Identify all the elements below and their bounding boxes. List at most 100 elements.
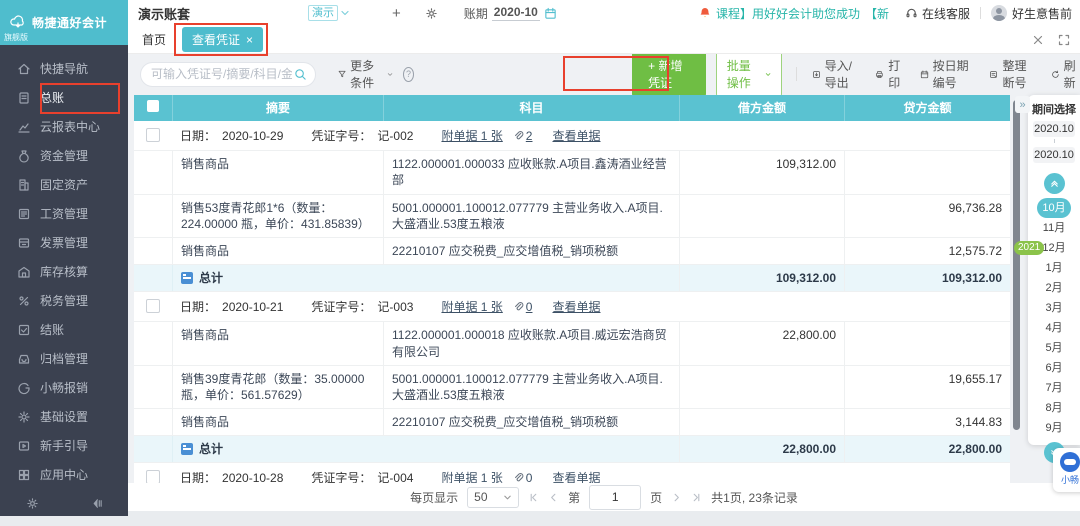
batch-operations-button[interactable]: 批量操作 [716,51,782,97]
period-value[interactable]: 2020-10 [492,5,540,21]
month-item[interactable]: 1月 [1028,258,1080,278]
sidebar-item-general-ledger[interactable]: 总账 [0,83,128,112]
sidebar-item-quick-nav[interactable]: 快捷导航 [0,54,128,83]
import-export-button[interactable]: 导入/导出 [812,57,861,91]
gear-icon[interactable] [425,7,438,20]
last-page-icon[interactable] [691,492,702,503]
sidebar-item-app-center[interactable]: 应用中心 [0,460,128,489]
tab-view-vouchers[interactable]: 查看凭证 × [182,27,263,52]
row-checkbox[interactable] [146,470,160,483]
entry-row[interactable]: 销售53度青花郎1*6（数量：224.00000 瓶，单价：431.85839）… [134,195,1010,238]
refresh-button[interactable]: 刷新 [1051,57,1080,91]
voucher-header-row[interactable]: 日期：2020-10-28 凭证字号：记-004 附单据 1 张 0 查看单据 [134,463,1010,483]
clip-count-link[interactable]: 0 [526,471,533,483]
per-page-select[interactable]: 50 [467,487,519,508]
online-service-link[interactable]: 在线客服 [905,5,970,22]
sidebar-item-funds[interactable]: 资金管理 [0,141,128,170]
announcement-marquee[interactable]: 课程】用好好会计助您成功 【新 [699,5,889,22]
sidebar-item-payroll[interactable]: 工资管理 [0,199,128,228]
month-item[interactable]: 6月 [1028,358,1080,378]
search-box[interactable] [140,62,316,87]
voucher-header-row[interactable]: 日期：2020-10-21 凭证字号：记-003 附单据 1 张 0 查看单据 [134,292,1010,322]
more-filters-button[interactable]: 更多条件 [338,57,393,91]
search-input[interactable] [149,66,294,82]
robot-icon [1060,452,1080,472]
row-checkbox[interactable] [146,128,160,142]
user-name[interactable]: 好生意售前 [1012,5,1072,22]
month-item[interactable]: 4月 [1028,318,1080,338]
month-item[interactable]: 3月 [1028,298,1080,318]
attachment-link[interactable]: 附单据 1 张 [441,469,502,483]
new-voucher-button[interactable]: + 新增凭证 [632,51,706,97]
sidebar-item-guide[interactable]: 新手引导 [0,431,128,460]
page-number-input[interactable] [589,485,641,510]
print-button[interactable]: 打印 [875,57,904,91]
entry-row[interactable]: 销售商品 22210107 应交税费_应交增值税_销项税额 3,144.83 [134,409,1010,436]
month-item[interactable]: 9月 [1028,418,1080,438]
sidebar-item-cloud-reports[interactable]: 云报表中心 [0,112,128,141]
fullscreen-icon[interactable] [1058,34,1070,46]
sidebar-item-tax[interactable]: 税务管理 [0,286,128,315]
vertical-scrollbar[interactable] [1013,100,1020,430]
month-item[interactable]: 8月 [1028,398,1080,418]
col-header-credit[interactable]: 贷方金额 [844,95,1010,121]
next-page-icon[interactable] [671,492,682,503]
collapse-sidebar-icon[interactable] [90,497,103,510]
row-checkbox[interactable] [146,299,160,313]
sidebar-item-closing[interactable]: 结账 [0,315,128,344]
entry-row[interactable]: 销售39度青花郎（数量：35.00000 瓶，单价：561.57629） 500… [134,366,1010,409]
select-all-checkbox[interactable] [147,100,159,112]
calendar-icon[interactable] [544,7,557,20]
view-document-link[interactable]: 查看单据 [552,298,600,315]
page-label-post: 页 [650,489,662,506]
table-header-row: 摘要 科目 借方金额 贷方金额 [134,95,1010,121]
month-item[interactable]: 11月 [1028,218,1080,238]
sidebar-item-inventory[interactable]: 库存核算 [0,257,128,286]
voucher-header-row[interactable]: 日期：2020-10-29 凭证字号：记-002 附单据 1 张 2 查看单据 [134,121,1010,151]
attachment-link[interactable]: 附单据 1 张 [441,127,502,144]
avatar[interactable] [991,5,1007,21]
demo-badge: 演示 [308,5,338,21]
tab-home[interactable]: 首页 [142,31,166,48]
entry-row[interactable]: 销售商品 22210107 应交税费_应交增值税_销项税额 12,575.72 [134,238,1010,265]
prev-page-icon[interactable] [548,492,559,503]
assistant-widget[interactable]: 小畅 [1053,448,1080,492]
per-page-label: 每页显示 [410,489,458,506]
building-icon [17,178,31,192]
app-logo: 畅捷通好会计 旗舰版 [0,0,128,45]
col-header-account[interactable]: 科目 [383,95,679,121]
fix-numbers-button[interactable]: 整理断号 [989,57,1035,91]
clip-count-link[interactable]: 2 [526,129,533,143]
month-item[interactable]: 2月 [1028,278,1080,298]
sidebar-item-invoices[interactable]: 发票管理 [0,228,128,257]
scroll-months-up-icon[interactable] [1044,173,1065,194]
sidebar-item-settings[interactable]: 基础设置 [0,402,128,431]
period-to[interactable]: 2020.10 [1033,147,1075,163]
col-header-debit[interactable]: 借方金额 [679,95,844,121]
clip-count-link[interactable]: 0 [526,300,533,314]
help-icon[interactable]: ? [403,67,414,82]
view-document-link[interactable]: 查看单据 [552,127,600,144]
sidebar-item-archive[interactable]: 归档管理 [0,344,128,373]
month-item[interactable]: 5月 [1028,338,1080,358]
month-item[interactable]: 10月 [1037,198,1071,218]
collapse-panel-icon[interactable]: » [1015,96,1030,113]
sidebar-item-reimburse[interactable]: 小畅报销 [0,373,128,402]
credit-cell: 12,575.72 [844,238,1010,264]
month-item[interactable]: 7月 [1028,378,1080,398]
entry-row[interactable]: 销售商品 1122.000001.000018 应收账款.A项目.威远宏浩商贸有… [134,322,1010,365]
close-tab-icon[interactable]: × [246,33,253,47]
sidebar-item-fixed-assets[interactable]: 固定资产 [0,170,128,199]
search-icon[interactable] [294,68,307,81]
gear-icon[interactable] [26,497,39,510]
view-document-link[interactable]: 查看单据 [552,469,600,483]
attachment-link[interactable]: 附单据 1 张 [441,298,502,315]
add-account-button[interactable]: + [392,5,401,22]
number-by-date-button[interactable]: 按日期编号 [920,57,975,91]
period-from[interactable]: 2020.10 [1033,121,1075,137]
close-icon[interactable] [1032,34,1044,46]
chevron-down-icon[interactable] [340,8,350,18]
first-page-icon[interactable] [528,492,539,503]
col-header-summary[interactable]: 摘要 [172,95,383,121]
entry-row[interactable]: 销售商品 1122.000001.000033 应收账款.A项目.鑫涛酒业经营部… [134,151,1010,194]
